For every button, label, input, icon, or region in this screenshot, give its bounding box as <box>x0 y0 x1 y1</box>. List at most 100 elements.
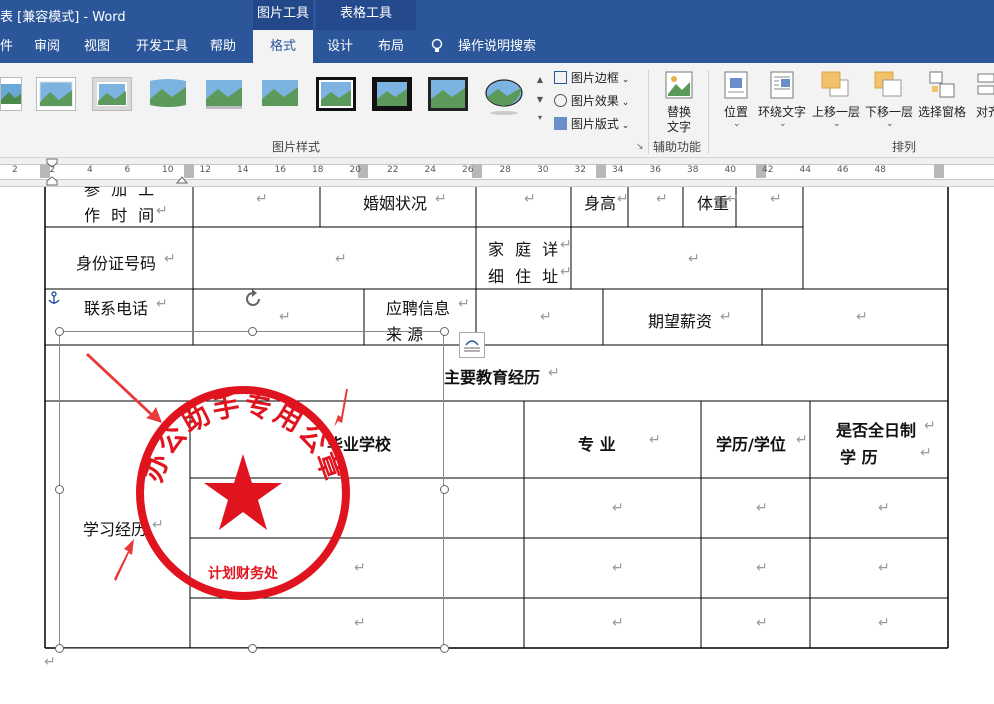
ruler-number: 14 <box>237 165 249 175</box>
gallery-more-icon[interactable]: ▾ <box>534 110 546 126</box>
ruler-number: 2 <box>49 165 56 175</box>
resize-handle[interactable] <box>55 485 64 494</box>
cell-phone: 联系电话 <box>84 299 149 318</box>
group-label-accessibility: 辅助功能 <box>653 140 702 154</box>
tab-file[interactable]: 件 <box>0 30 13 63</box>
resize-handle[interactable] <box>440 485 449 494</box>
return-mark: ↵ <box>279 309 291 325</box>
resize-handle[interactable] <box>55 644 64 653</box>
cell-home-address-line2: 细 住 址 <box>488 267 562 286</box>
send-backward-icon[interactable] <box>873 70 903 100</box>
picture-style-7[interactable] <box>316 77 356 111</box>
ruler-number: 2 <box>12 165 18 175</box>
picture-style-8[interactable] <box>372 77 412 111</box>
picture-effects-icon <box>554 94 567 107</box>
return-mark: ↵ <box>548 365 560 381</box>
resize-handle[interactable] <box>440 327 449 336</box>
group-separator <box>648 70 649 154</box>
chevron-down-icon: ⌄ <box>779 119 787 129</box>
ruler-number: 38 <box>687 165 699 175</box>
tell-me-search[interactable]: 操作说明搜索 <box>458 30 536 63</box>
align-icon[interactable] <box>976 70 994 100</box>
picture-layout-icon <box>554 117 567 130</box>
picture-layout-button[interactable]: 图片版式 ⌄ <box>554 115 629 132</box>
picture-effects-button[interactable]: 图片效果 ⌄ <box>554 92 629 109</box>
align-button[interactable]: 对齐 <box>976 103 994 120</box>
ruler-number: 24 <box>424 165 436 175</box>
picture-style-1[interactable] <box>0 77 22 111</box>
resize-handle[interactable] <box>55 327 64 336</box>
tab-help[interactable]: 帮助 <box>210 30 236 63</box>
anchor-icon <box>48 291 60 304</box>
ruler-number: 48 <box>874 165 886 175</box>
tab-design[interactable]: 设计 <box>327 30 353 63</box>
picture-style-10[interactable] <box>484 77 524 115</box>
gallery-scroll[interactable]: ▲ ▼ ▾ <box>534 70 546 130</box>
resize-handle[interactable] <box>248 327 257 336</box>
picture-style-5[interactable] <box>204 77 244 111</box>
alt-text-icon[interactable] <box>664 70 694 100</box>
return-mark: ↵ <box>612 560 624 576</box>
picture-style-9[interactable] <box>428 77 468 111</box>
hanging-indent-icon[interactable] <box>176 172 188 184</box>
return-mark: ↵ <box>656 191 668 207</box>
picture-style-4[interactable] <box>148 77 188 111</box>
group-label-picture-styles: 图片样式 <box>272 140 321 154</box>
return-mark: ↵ <box>44 654 56 670</box>
chevron-down-icon: ⌄ <box>733 119 741 129</box>
dialog-launcher-icon[interactable]: ↘ <box>636 142 644 152</box>
ruler-number: 12 <box>199 165 211 175</box>
ruler-number: 26 <box>462 165 474 175</box>
return-mark: ↵ <box>435 191 447 207</box>
selection-pane-button[interactable]: 选择窗格 <box>918 103 966 120</box>
send-backward-button[interactable]: 下移一层 <box>865 103 913 120</box>
group-separator <box>708 70 709 154</box>
return-mark: ↵ <box>612 500 624 516</box>
ruler-column-marker[interactable] <box>934 164 944 178</box>
resize-handle[interactable] <box>248 644 257 653</box>
ruler-column-marker[interactable] <box>472 164 482 178</box>
return-mark: ↵ <box>878 560 890 576</box>
lightbulb-icon <box>431 38 443 52</box>
ruler-number: 16 <box>274 165 286 175</box>
resize-handle[interactable] <box>440 644 449 653</box>
picture-style-2[interactable] <box>36 77 76 111</box>
selection-pane-icon[interactable] <box>928 70 956 100</box>
picture-style-3[interactable] <box>92 77 132 111</box>
return-mark: ↵ <box>156 296 168 312</box>
return-mark: ↵ <box>617 191 629 207</box>
group-label-arrange: 排列 <box>892 140 917 154</box>
position-button[interactable]: 位置 <box>720 103 752 120</box>
section-education-header: 主要教育经历 <box>444 368 541 387</box>
wrap-text-icon[interactable] <box>768 70 796 100</box>
ruler-number: 28 <box>499 165 511 175</box>
col-header-degree: 学历/学位 <box>716 435 786 454</box>
tab-view[interactable]: 视图 <box>84 30 110 63</box>
tab-review[interactable]: 审阅 <box>34 30 60 63</box>
layout-options-icon[interactable] <box>459 332 485 358</box>
gallery-up-icon[interactable]: ▲ <box>534 70 546 90</box>
tab-layout[interactable]: 布局 <box>378 30 404 63</box>
bring-forward-button[interactable]: 上移一层 <box>812 103 860 120</box>
context-header-table-tools: 表格工具 <box>316 0 416 30</box>
picture-style-6[interactable] <box>260 77 300 111</box>
alt-text-label-2: 文字 <box>666 120 691 134</box>
return-mark: ↵ <box>164 251 176 267</box>
return-mark: ↵ <box>878 500 890 516</box>
picture-selection-frame[interactable] <box>59 331 444 649</box>
position-icon[interactable] <box>722 70 750 100</box>
return-mark: ↵ <box>540 309 552 325</box>
picture-border-button[interactable]: 图片边框 ⌄ <box>554 69 629 86</box>
chevron-down-icon: ⌄ <box>886 119 894 129</box>
return-mark: ↵ <box>756 500 768 516</box>
rotate-handle-icon[interactable] <box>242 288 264 310</box>
wrap-text-button[interactable]: 环绕文字 <box>757 103 807 120</box>
return-mark: ↵ <box>924 418 936 434</box>
tab-format[interactable]: 格式 <box>253 30 313 63</box>
gallery-down-icon[interactable]: ▼ <box>534 90 546 110</box>
tab-developer[interactable]: 开发工具 <box>136 30 188 63</box>
bring-forward-icon[interactable] <box>820 70 850 100</box>
return-mark: ↵ <box>856 309 868 325</box>
ruler-column-marker[interactable] <box>596 164 606 178</box>
return-mark: ↵ <box>796 432 808 448</box>
